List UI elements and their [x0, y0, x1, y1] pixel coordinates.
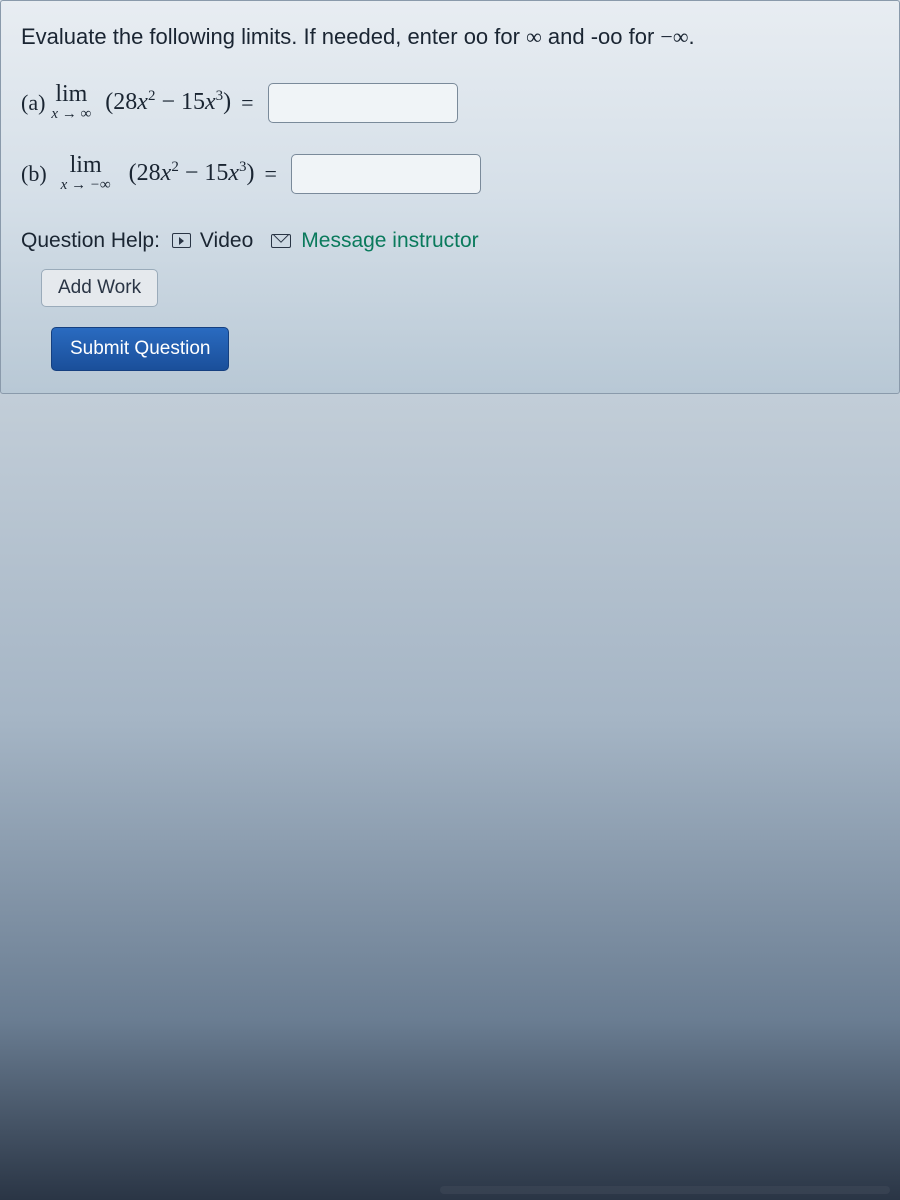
part-a-label: (a): [21, 85, 45, 120]
answer-input-b[interactable]: [291, 154, 481, 194]
limit-a-notation: lim x → ∞: [51, 82, 91, 123]
message-icon: [271, 234, 291, 248]
instruction-text: Evaluate the following limits. If needed…: [21, 19, 879, 54]
video-icon: [172, 233, 191, 248]
message-instructor-link[interactable]: Message instructor: [301, 224, 478, 258]
question-panel: Evaluate the following limits. If needed…: [0, 0, 900, 394]
lim-sub-b: x → −∞: [61, 178, 111, 194]
question-help-row: Question Help: Video Message instructor: [21, 224, 879, 258]
instruction-suffix: .: [689, 24, 695, 49]
help-label: Question Help:: [21, 224, 160, 258]
instruction-prefix: Evaluate the following limits. If needed…: [21, 24, 526, 49]
limit-b-notation: lim x → −∞: [61, 153, 111, 194]
part-a-row: (a) lim x → ∞ (28x2 − 15x3) =: [21, 82, 879, 123]
neg-infinity-symbol: −∞: [660, 24, 688, 49]
infinity-symbol: ∞: [526, 24, 542, 49]
equals-a: =: [241, 85, 253, 120]
horizontal-scrollbar[interactable]: [440, 1186, 890, 1194]
expression-a: (28x2 − 15x3): [105, 83, 231, 121]
instruction-mid: and -oo for: [542, 24, 661, 49]
answer-input-a[interactable]: [268, 83, 458, 123]
lim-text: lim: [55, 82, 87, 107]
video-link[interactable]: Video: [200, 224, 253, 258]
part-b-label: (b): [21, 156, 47, 191]
expression-b: (28x2 − 15x3): [129, 154, 255, 192]
part-b-row: (b) lim x → −∞ (28x2 − 15x3) =: [21, 153, 879, 194]
add-work-button[interactable]: Add Work: [41, 269, 158, 307]
equals-b: =: [265, 156, 277, 191]
lim-sub-a: x → ∞: [51, 107, 91, 123]
submit-question-button[interactable]: Submit Question: [51, 327, 229, 371]
lim-text-b: lim: [70, 153, 102, 178]
